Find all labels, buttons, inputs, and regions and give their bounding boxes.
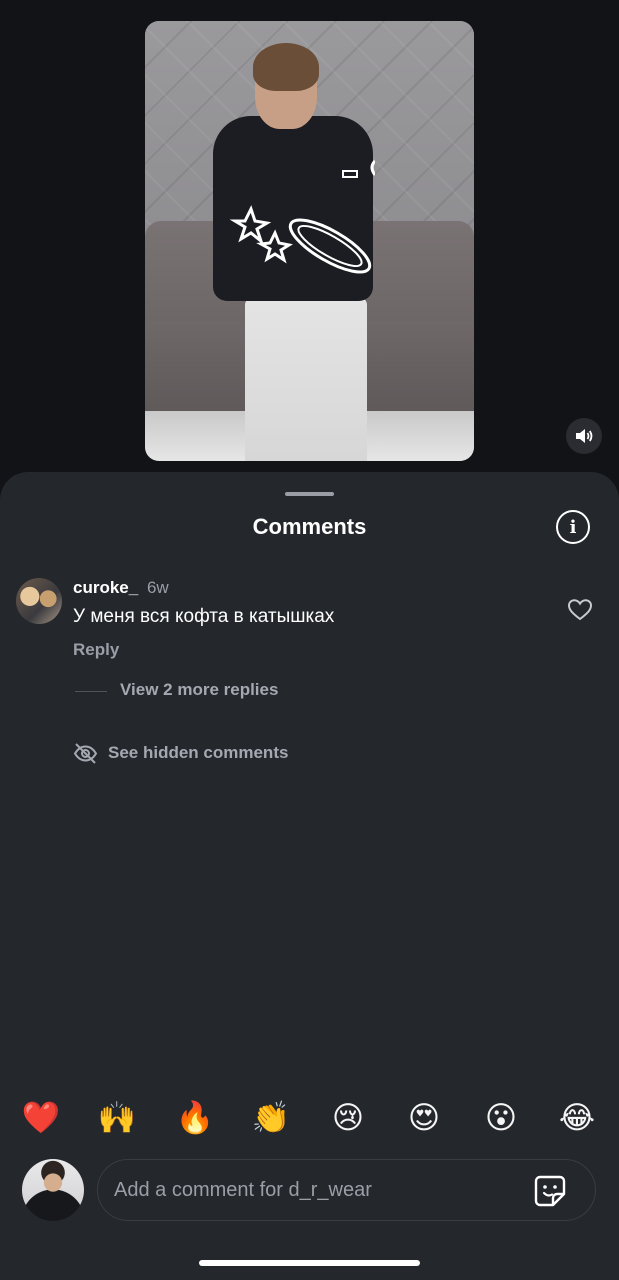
comment-time: 6w — [146, 578, 169, 597]
person-hair — [253, 43, 319, 91]
home-indicator — [199, 1260, 420, 1266]
emoji-raised-hands[interactable]: 🙌 — [97, 1098, 137, 1138]
see-hidden-comments-button[interactable]: See hidden comments — [73, 740, 373, 768]
emoji-surprised[interactable]: 😮 — [481, 1098, 521, 1138]
sweater-print — [229, 159, 375, 274]
sticker-icon[interactable] — [533, 1174, 567, 1208]
emoji-heart[interactable]: ❤️ — [21, 1098, 61, 1138]
my-avatar — [22, 1159, 84, 1221]
comment-text: У меня вся кофта в катышках — [73, 606, 335, 627]
person-pants — [245, 297, 367, 461]
view-more-replies-label: View 2 more replies — [120, 680, 279, 699]
comment-header: curoke_ 6w — [73, 578, 169, 598]
view-more-replies-button[interactable]: View 2 more replies — [75, 680, 395, 704]
sound-button[interactable] — [566, 418, 602, 454]
comment-username[interactable]: curoke_ — [73, 578, 138, 597]
reply-button[interactable]: Reply — [73, 640, 119, 660]
comment-item: curoke_ 6w У меня вся кофта в катышках R… — [16, 576, 606, 666]
emoji-laughing[interactable]: 😂 — [557, 1098, 597, 1138]
emoji-crying[interactable]: 😢 — [328, 1098, 368, 1138]
see-hidden-comments-label: See hidden comments — [108, 743, 289, 762]
emoji-clapping[interactable]: 👏 — [251, 1098, 291, 1138]
screen: Comments i curoke_ 6w У меня вся кофта в… — [0, 0, 619, 1280]
emoji-reaction-bar: ❤️ 🙌 🔥 👏 😢 😍 😮 😂 — [0, 1098, 619, 1138]
comment-input[interactable] — [97, 1159, 596, 1221]
commenter-avatar[interactable] — [16, 578, 62, 624]
info-icon: i — [569, 516, 577, 538]
info-button[interactable]: i — [556, 510, 590, 544]
comment-composer — [0, 1158, 619, 1222]
replies-divider — [75, 691, 107, 692]
video-preview[interactable] — [145, 21, 474, 461]
emoji-fire[interactable]: 🔥 — [175, 1098, 215, 1138]
eye-slash-icon — [73, 743, 98, 764]
sheet-grabber[interactable] — [285, 492, 334, 496]
speaker-icon — [576, 429, 593, 443]
comments-sheet: Comments i curoke_ 6w У меня вся кофта в… — [0, 472, 619, 1280]
emoji-heart-eyes[interactable]: 😍 — [404, 1098, 444, 1138]
sheet-title: Comments — [252, 514, 367, 539]
heart-outline-icon[interactable] — [567, 598, 593, 622]
